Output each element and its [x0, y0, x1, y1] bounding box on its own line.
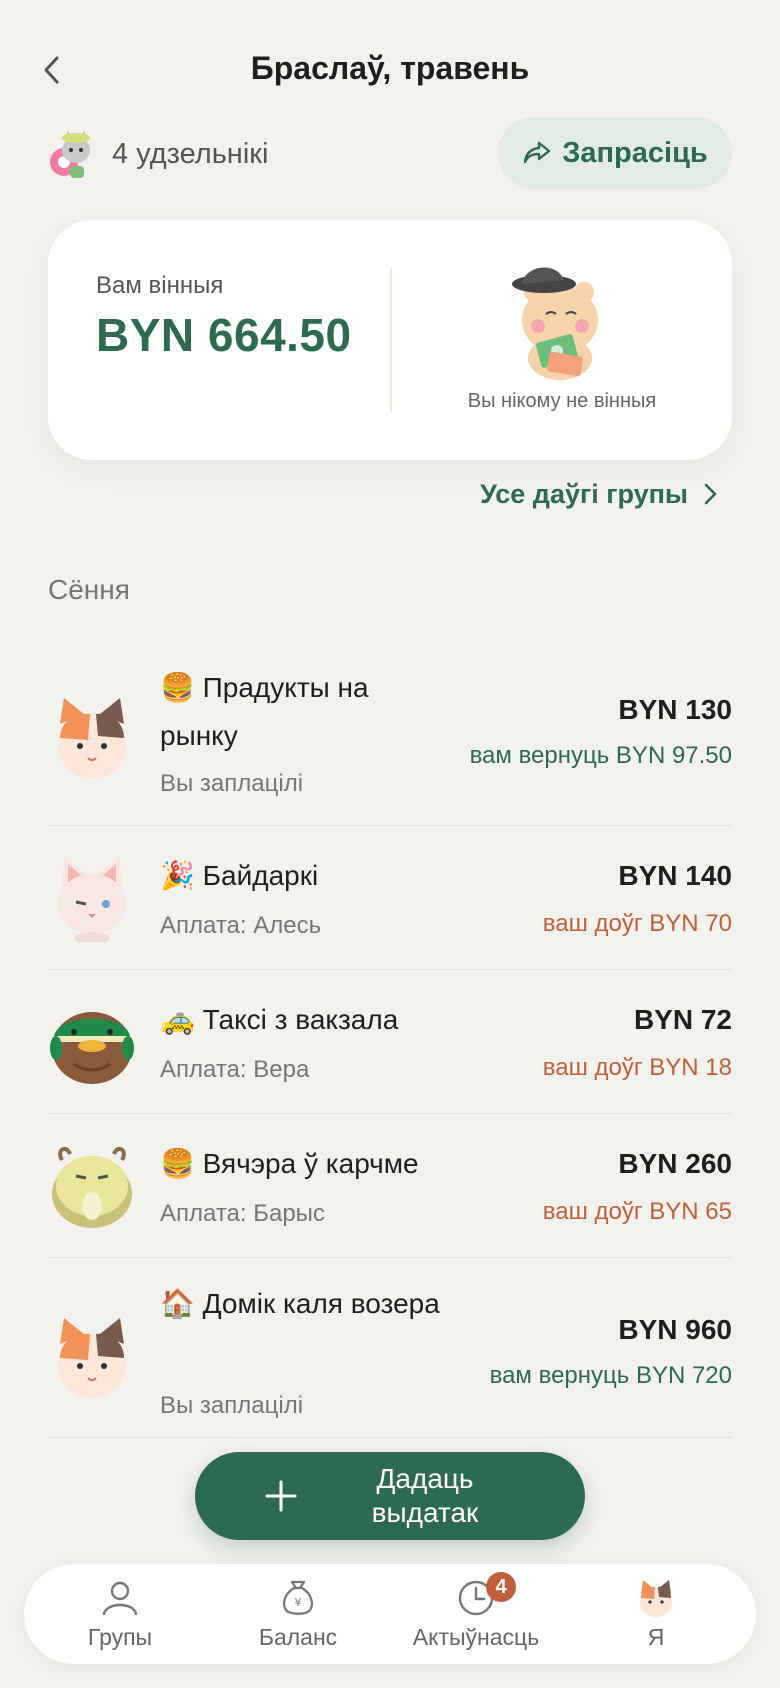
expense-payer: Аплата: Вера — [160, 1056, 310, 1083]
expense-payer: Вы заплацілі — [160, 770, 304, 797]
svg-text:¥: ¥ — [295, 1596, 302, 1609]
tab-label: Групы — [87, 1624, 153, 1650]
expense-share: вам вернуць BYN 97.50 — [469, 742, 732, 769]
expense-row[interactable]: 🏠 Домік каля возера Вы заплацілі BYN 960… — [48, 1258, 732, 1438]
white-cat-icon — [48, 854, 136, 944]
expense-row[interactable]: 🍔 Вячэра ў карчме Аплата: Барыс BYN 260 … — [48, 1114, 732, 1258]
expense-emoji: 🍔 — [160, 1148, 195, 1179]
group-avatar-icon — [48, 128, 94, 180]
expense-share: ваш доўг BYN 70 — [542, 910, 732, 937]
expense-amount: BYN 960 — [618, 1314, 732, 1345]
page-title: Браслаў, травень — [250, 50, 530, 86]
members-row[interactable]: 4 удзельнікі — [48, 124, 268, 184]
expense-amount: BYN 72 — [633, 1004, 732, 1035]
duck-icon — [48, 998, 136, 1086]
person-icon — [102, 1581, 138, 1616]
add-expense-button[interactable]: Дадаць выдатак — [195, 1452, 585, 1540]
expense-row[interactable]: 🎉 Байдаркі Аплата: Алесь BYN 140 ваш доў… — [48, 826, 732, 970]
tab-balance[interactable]: ¥ Баланс — [218, 1578, 378, 1658]
all-group-debts-label: Усе даўгі групы — [480, 478, 688, 509]
no-debt-label: Вы нікому не вінныя — [467, 390, 657, 412]
expense-title: Домік каля возера — [202, 1288, 440, 1319]
tab-label: Я — [647, 1624, 665, 1650]
bottom-tab-bar: Групы ¥ Баланс 4 Актыўнасць Я — [24, 1564, 756, 1664]
tab-label: Баланс — [258, 1624, 338, 1650]
goat-icon — [48, 1142, 136, 1230]
owed-label: Вам вінныя — [96, 272, 224, 299]
expense-title: Байдаркі — [202, 860, 319, 891]
share-arrow-icon — [524, 141, 551, 164]
invite-label: Запрасіць — [562, 136, 708, 169]
expense-emoji: 🚕 — [160, 1004, 195, 1035]
expense-payer: Аплата: Алесь — [160, 912, 322, 939]
expense-amount: BYN 140 — [618, 860, 732, 891]
section-title-today: Сёння — [48, 574, 130, 605]
money-bag-icon: ¥ — [283, 1580, 313, 1615]
expense-share: ваш доўг BYN 65 — [542, 1198, 732, 1225]
calico-cat-icon — [48, 694, 136, 782]
activity-badge: 4 — [486, 1572, 516, 1602]
expense-emoji: 🎉 — [160, 860, 195, 891]
expense-row[interactable]: 🚕 Таксі з вакзала Аплата: Вера BYN 72 ва… — [48, 970, 732, 1114]
hamster-mascot-icon — [508, 262, 604, 382]
tab-label: Актыўнасць — [412, 1624, 540, 1650]
expense-title: Вячэра ў карчме — [202, 1148, 419, 1179]
tab-groups[interactable]: Групы — [40, 1578, 200, 1658]
members-count: 4 удзельнікі — [112, 137, 269, 170]
expense-amount: BYN 130 — [618, 694, 732, 725]
tab-me[interactable]: Я — [576, 1578, 736, 1658]
expense-emoji: 🏠 — [160, 1288, 195, 1319]
plus-icon — [265, 1480, 297, 1512]
expense-payer: Вы заплацілі — [160, 1392, 304, 1419]
balance-summary-card: Вам вінныя BYN 664.50 Вы нікому не вінны… — [48, 220, 732, 460]
expense-title: Таксі з вакзала — [202, 1004, 399, 1035]
expense-payer: Аплата: Барыс — [160, 1200, 325, 1227]
chevron-right-icon — [704, 483, 717, 505]
owed-amount: BYN 664.50 — [96, 309, 352, 361]
expense-row[interactable]: 🍔 Прадукты на рынку Вы заплацілі BYN 130… — [48, 646, 732, 826]
expense-emoji: 🍔 — [160, 672, 195, 703]
all-group-debts-link[interactable]: Усе даўгі групы — [480, 474, 718, 514]
expense-share: вам вернуць BYN 720 — [489, 1362, 732, 1389]
invite-button[interactable]: Запрасіць — [498, 117, 732, 189]
calico-cat-icon — [48, 1314, 136, 1402]
tab-activity[interactable]: 4 Актыўнасць — [396, 1572, 556, 1658]
add-expense-label: Дадаць выдатак — [371, 1463, 479, 1528]
expense-amount: BYN 260 — [618, 1148, 732, 1179]
profile-avatar-icon — [640, 1580, 672, 1617]
expense-share: ваш доўг BYN 18 — [542, 1054, 732, 1081]
